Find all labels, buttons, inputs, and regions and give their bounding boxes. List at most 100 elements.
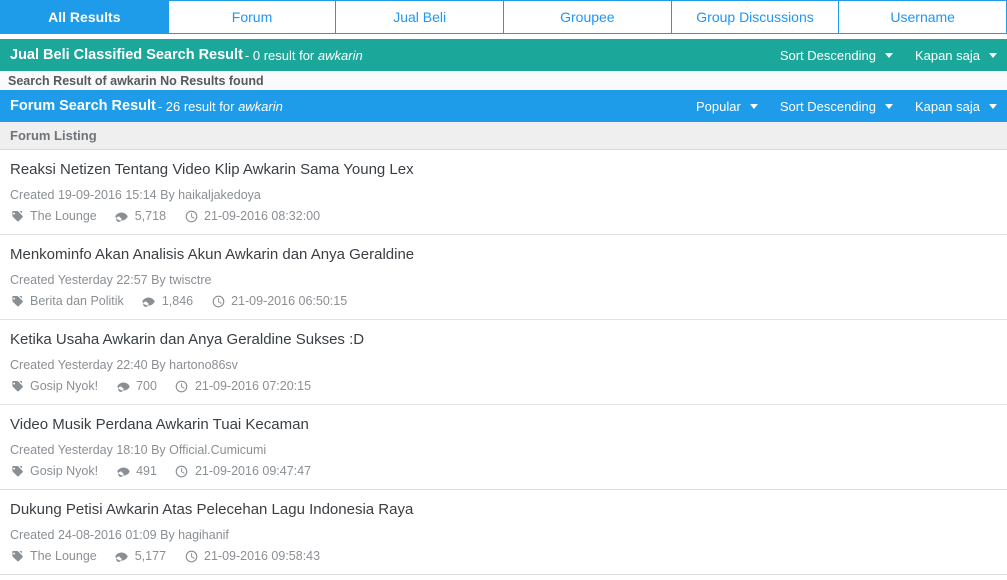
tab-all-results[interactable]: All Results [0,0,169,34]
result-created-info: Created 19-09-2016 15:14 By haikaljakedo… [10,188,261,202]
chevron-down-icon [989,52,997,58]
result-timestamp-label: 21-09-2016 09:58:43 [204,549,321,563]
result-created-info: Created Yesterday 22:40 By hartono86sv [10,358,238,372]
forum-sort-dropdown[interactable]: Sort Descending [780,99,893,114]
chevron-down-icon [884,103,893,109]
result-title-link[interactable]: Reaksi Netizen Tentang Video Klip Awkari… [10,161,997,179]
result-title-link[interactable]: Video Musik Perdana Awkarin Tuai Kecaman [10,416,997,434]
clock-icon [211,294,225,308]
result-timestamp-label: 21-09-2016 09:47:47 [194,464,312,478]
result-meta-row: Gosip Nyok! 700 21-09-2016 07:20:15 [10,378,997,394]
clock-icon [175,379,189,393]
result-category-label: The Lounge [30,549,97,563]
tab-label: Group Discussions [696,9,814,25]
classified-sort-label: Sort Descending [779,47,876,63]
forum-results-list: Reaksi Netizen Tentang Video Klip Awkari… [0,150,1007,575]
tab-group-discussions[interactable]: Group Discussions [671,0,840,34]
result-title-link[interactable]: Dukung Petisi Awkarin Atas Pelecehan Lag… [10,501,997,519]
result-timestamp-label: 21-09-2016 08:32:00 [204,209,321,223]
forum-sort-label: Sort Descending [779,98,876,114]
result-timestamp-label: 21-09-2016 06:50:15 [231,294,348,308]
result-view-count: 700 [116,378,157,394]
search-result-row[interactable]: Reaksi Netizen Tentang Video Klip Awkari… [0,150,1007,235]
result-created-info: Created Yesterday 18:10 By Official.Cumi… [10,443,267,457]
chevron-down-icon [989,103,997,109]
clock-icon [184,209,198,223]
result-timestamp: 21-09-2016 07:20:15 [175,378,311,394]
result-view-count-label: 700 [136,379,157,393]
search-result-row[interactable]: Ketika Usaha Awkarin dan Anya Geraldine … [0,320,1007,405]
search-type-tabs: All Results Forum Jual Beli Groupee Group Di… [0,0,1007,34]
classified-empty-message: Search Result of awkarin No Results foun… [0,71,1007,90]
forum-date-dropdown[interactable]: Kapan saja [915,99,997,114]
search-result-row[interactable]: Video Musik Perdana Awkarin Tuai Kecaman… [0,405,1007,490]
forum-section-title: Forum Search Result [10,98,156,114]
result-view-count-label: 1,846 [161,294,194,308]
result-category-label: The Lounge [30,209,97,223]
forum-search-term: awkarin [238,98,283,114]
result-created-info: Created Yesterday 22:57 By twisctre [10,273,212,287]
result-category[interactable]: Gosip Nyok! [10,378,98,394]
chevron-down-icon [749,103,758,109]
result-category[interactable]: Gosip Nyok! [10,463,98,479]
classified-section-header: Jual Beli Classified Search Result - 0 r… [0,39,1007,71]
result-timestamp: 21-09-2016 06:50:15 [211,293,347,309]
result-category[interactable]: The Lounge [10,208,97,224]
classified-section-subtitle: - 0 result for awkarin [245,48,363,63]
result-meta-row: Gosip Nyok! 491 21-09-2016 09:47:47 [10,463,997,479]
result-meta-row: The Lounge 5,718 21-09-2016 08:32:00 [10,208,997,224]
tab-groupee[interactable]: Groupee [504,0,672,34]
result-category-label: Berita dan Politik [30,294,124,308]
result-category[interactable]: The Lounge [10,548,97,564]
result-meta-row: The Lounge 5,177 21-09-2016 09:58:43 [10,548,997,564]
tab-username[interactable]: Username [839,0,1007,34]
tab-forum[interactable]: Forum [168,0,337,34]
tag-icon [10,464,24,478]
tag-icon [10,294,24,308]
result-category-label: Gosip Nyok! [30,379,99,393]
tab-label: All Results [48,9,121,25]
classified-date-label: Kapan saja [914,47,980,63]
eye-icon [115,209,129,223]
result-view-count-label: 5,718 [134,209,167,223]
classified-date-dropdown[interactable]: Kapan saja [915,48,997,63]
tag-icon [10,209,24,223]
chevron-down-icon [884,52,893,58]
result-timestamp: 21-09-2016 09:47:47 [175,463,311,479]
result-category[interactable]: Berita dan Politik [10,293,124,309]
eye-icon [116,464,130,478]
forum-popular-dropdown[interactable]: Popular [696,99,758,114]
result-title-link[interactable]: Menkominfo Akan Analisis Akun Awkarin da… [10,246,997,264]
tab-label: Groupee [560,9,615,25]
tag-icon [10,549,24,563]
result-view-count: 1,846 [142,293,193,309]
tab-jual-beli[interactable]: Jual Beli [336,0,505,34]
result-view-count: 5,718 [115,208,166,224]
classified-sort-dropdown[interactable]: Sort Descending [780,48,893,63]
tab-label: Forum [231,9,273,25]
clock-icon [184,549,198,563]
forum-section-subtitle: - 26 result for awkarin [158,99,283,114]
search-result-row[interactable]: Dukung Petisi Awkarin Atas Pelecehan Lag… [0,490,1007,575]
tab-label: Username [890,9,955,25]
result-timestamp: 21-09-2016 09:58:43 [184,548,320,564]
result-view-count: 491 [116,463,157,479]
result-view-count-label: 5,177 [134,549,167,563]
eye-icon [115,549,129,563]
forum-listing-header: Forum Listing [0,122,1007,150]
forum-section-header: Forum Search Result - 26 result for awka… [0,90,1007,122]
result-meta-row: Berita dan Politik 1,846 21-09-2016 06:50:… [10,293,997,309]
result-category-label: Gosip Nyok! [30,464,99,478]
classified-search-term: awkarin [317,47,363,63]
classified-section-title: Jual Beli Classified Search Result [10,47,243,63]
result-created-info: Created 24-08-2016 01:09 By hagihanif [10,528,229,542]
forum-popular-label: Popular [696,98,741,114]
result-timestamp: 21-09-2016 08:32:00 [184,208,320,224]
result-title-link[interactable]: Ketika Usaha Awkarin dan Anya Geraldine … [10,331,997,349]
tag-icon [10,379,24,393]
result-timestamp-label: 21-09-2016 07:20:15 [194,379,312,393]
clock-icon [175,464,189,478]
search-result-row[interactable]: Menkominfo Akan Analisis Akun Awkarin da… [0,235,1007,320]
result-view-count: 5,177 [115,548,166,564]
result-view-count-label: 491 [136,464,157,478]
